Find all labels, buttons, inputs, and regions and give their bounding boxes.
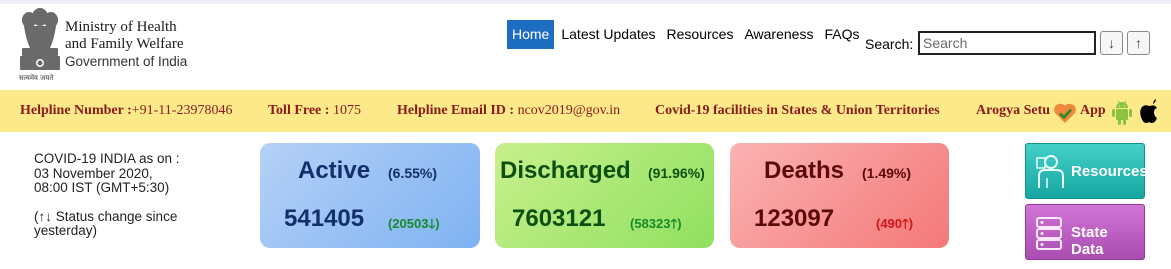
discharged-title: Discharged (500, 157, 631, 184)
ministry-title[interactable]: Ministry of Health and Family Welfare Go… (65, 19, 187, 70)
nav-home[interactable]: Home (507, 20, 555, 49)
status-note: (↑↓ Status change since yesterday) (34, 208, 178, 238)
nav-latest-updates[interactable]: Latest Updates (557, 20, 659, 49)
arrow-up-icon: 🡑 (902, 216, 909, 231)
nav-awareness[interactable]: Awareness (740, 20, 817, 49)
arogya-setu-link[interactable]: Arogya Setu (976, 103, 1050, 119)
android-icon[interactable] (1111, 99, 1133, 127)
sort-down-button[interactable]: ↓ (1100, 31, 1123, 55)
toll-free[interactable]: Toll Free : 1075 (268, 103, 361, 119)
search-label: Search: (865, 36, 914, 52)
helpline-bar: Helpline Number :+91-11-23978046 Toll Fr… (0, 90, 1171, 132)
state-data-button-label: State Data (1071, 224, 1108, 258)
info-title: COVID-19 INDIA as on : (34, 151, 180, 166)
facilities-link[interactable]: Covid-19 facilities in States & Union Te… (655, 103, 940, 119)
active-card: Active (6.55%) 541405 (20503🡓) (260, 143, 480, 248)
ministry-line-2: and Family Welfare (65, 36, 184, 52)
deaths-card: Deaths (1.49%) 123097 (490🡑) (730, 143, 949, 248)
active-change: (20503🡓) (388, 215, 440, 237)
deaths-count: 123097 (754, 205, 835, 232)
top-strip (0, 0, 1171, 4)
helpline-email[interactable]: Helpline Email ID : ncov2019@gov.in (397, 103, 620, 119)
discharged-percent: (91.96%) (648, 165, 705, 181)
arogya-heart-icon[interactable] (1053, 101, 1077, 125)
nav-resources[interactable]: Resources (663, 20, 738, 49)
covid-info: COVID-19 INDIA as on : 03 November 2020,… (34, 151, 234, 239)
info-time: 08:00 IST (GMT+5:30) (34, 180, 170, 195)
emblem-motto: सत्यमेव जयते (19, 74, 54, 82)
helpline-number[interactable]: Helpline Number :+91-11-23978046 (20, 103, 232, 119)
arrow-up-icon: 🡑 (670, 216, 678, 231)
sort-up-button[interactable]: ↑ (1127, 31, 1150, 55)
deaths-title: Deaths (764, 157, 845, 184)
national-emblem-icon (20, 8, 60, 70)
ministry-line-1: Ministry of Health (65, 19, 177, 35)
active-count: 541405 (284, 205, 365, 232)
arrow-down-icon: 🡓 (428, 216, 436, 231)
discharged-change: (58323🡑) (630, 215, 682, 237)
resources-button-label: Resources (1071, 163, 1148, 180)
active-percent: (6.55%) (388, 165, 438, 181)
discharged-count: 7603121 (512, 205, 606, 232)
apple-icon[interactable] (1138, 98, 1160, 126)
resources-icon (1036, 155, 1064, 188)
server-icon (1036, 217, 1062, 250)
search-input[interactable] (918, 31, 1096, 55)
nav-faqs[interactable]: FAQs (820, 20, 863, 49)
ministry-line-3: Government of India (65, 54, 188, 69)
deaths-percent: (1.49%) (862, 165, 912, 181)
discharged-card: Discharged (91.96%) 7603121 (58323🡑) (495, 143, 714, 248)
main-nav: Home Latest Updates Resources Awareness … (507, 20, 866, 49)
resources-button[interactable]: Resources (1025, 143, 1148, 199)
state-data-button[interactable]: State Data (1025, 204, 1145, 260)
deaths-change: (490🡑) (876, 215, 913, 237)
active-title: Active (298, 157, 371, 184)
app-label[interactable]: App (1080, 103, 1106, 119)
info-date: 03 November 2020, (34, 165, 153, 181)
